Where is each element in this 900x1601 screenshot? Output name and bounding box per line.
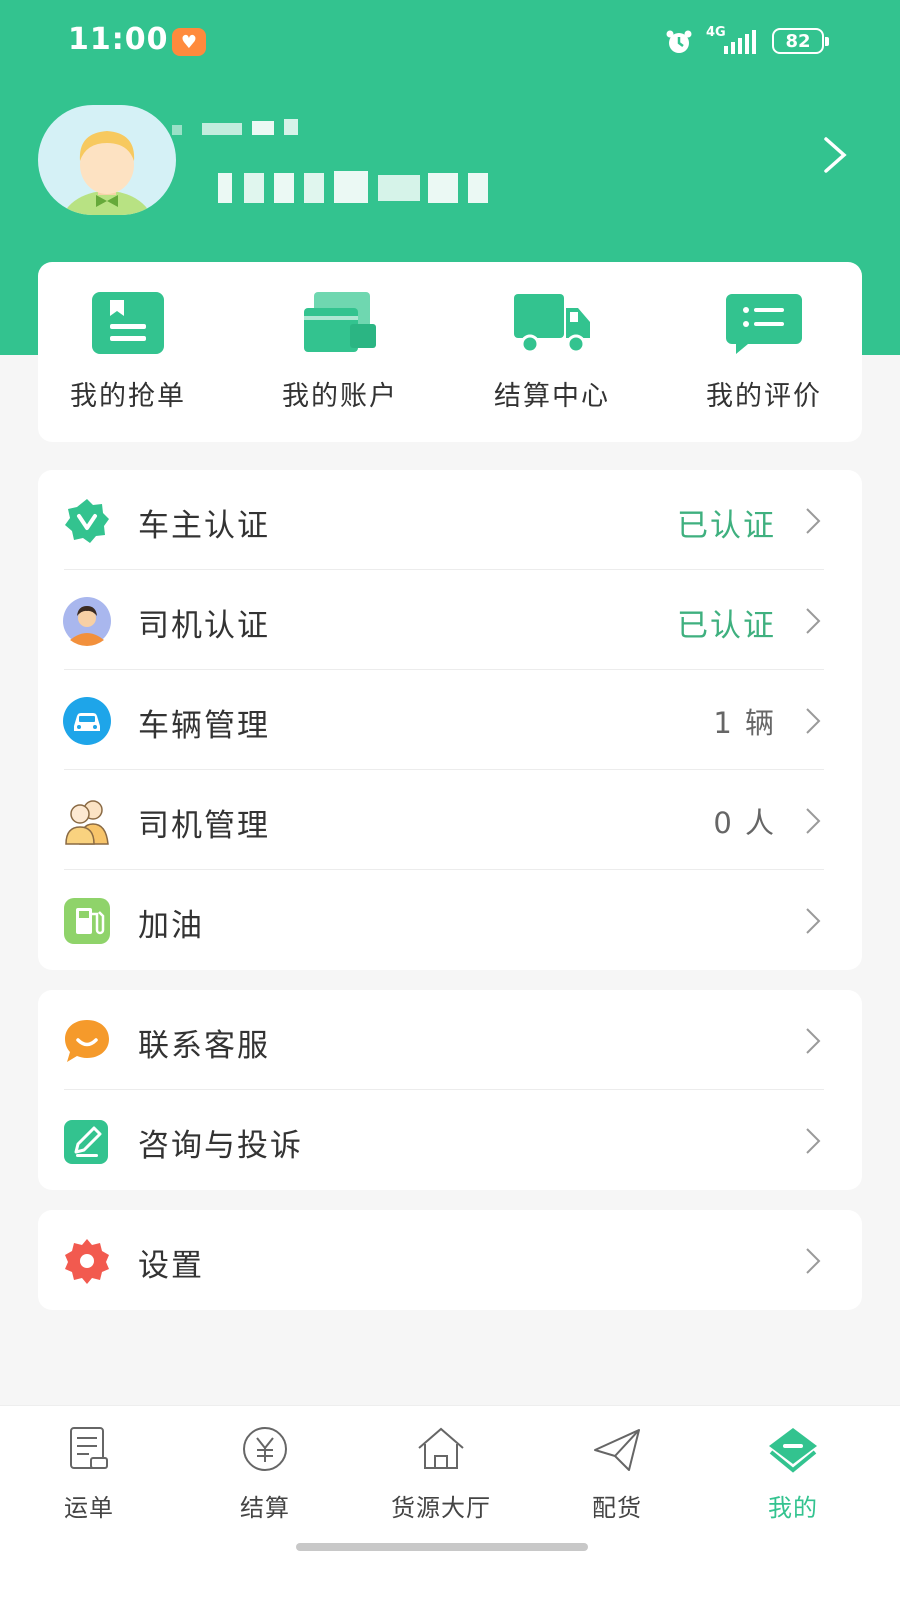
status-time: 11:00 [68, 22, 169, 57]
shortcut-label: 我的抢单 [70, 381, 186, 412]
chevron-right-icon [806, 708, 821, 734]
tab-settlement[interactable]: 结算 [190, 1424, 340, 1523]
yuan-icon [243, 1427, 287, 1471]
waybill-icon [70, 1427, 108, 1469]
chevron-right-icon [806, 808, 821, 834]
shortcut-panel: 我的抢单 我的账户 结算中心 我的评价 [38, 262, 862, 442]
menu-item-owner-certification[interactable]: 车主认证 已认证 [38, 470, 862, 570]
profile-icon [769, 1428, 817, 1473]
user-avatar[interactable] [38, 105, 176, 215]
menu-item-label: 设置 [138, 1248, 204, 1284]
tab-mine[interactable]: 我的 [718, 1424, 868, 1523]
heart-notification-icon: ♥ [172, 28, 206, 56]
shortcut-label: 我的评价 [706, 381, 822, 412]
people-icon [65, 800, 109, 845]
chevron-right-icon [806, 1128, 821, 1154]
user-name-masked [172, 117, 312, 139]
home-icon [418, 1427, 464, 1469]
account-icon [304, 292, 376, 352]
menu-item-label: 联系客服 [138, 1028, 270, 1064]
menu-item-customer-service[interactable]: 联系客服 [38, 990, 862, 1090]
bottom-tab-bar: 运单 结算 货源大厅 配货 我的 [0, 1405, 900, 1601]
verified-badge-icon [65, 499, 109, 543]
chevron-right-icon[interactable] [820, 135, 848, 175]
tab-label: 运单 [64, 1494, 114, 1522]
tab-label: 结算 [240, 1494, 290, 1522]
order-icon [92, 292, 164, 354]
car-icon [63, 697, 111, 745]
shortcut-my-reviews[interactable]: 我的评价 [674, 290, 854, 413]
driver-avatar-icon [63, 597, 111, 646]
chevron-right-icon [806, 508, 821, 534]
menu-group-vehicle: 车主认证 已认证 司机认证 已认证 车辆管理 1 辆 司机管理 0 人 加油 [38, 470, 862, 970]
user-phone-masked [218, 165, 498, 209]
menu-item-label: 加油 [138, 908, 204, 944]
alarm-icon [666, 30, 692, 53]
profile-header[interactable] [0, 95, 900, 225]
shortcut-settlement-center[interactable]: 结算中心 [462, 290, 642, 413]
tab-waybill[interactable]: 运单 [14, 1424, 164, 1523]
shortcut-my-account[interactable]: 我的账户 [250, 290, 430, 413]
status-bar: 11:00 ♥ 4G 82 [0, 0, 900, 82]
shortcut-label: 我的账户 [282, 381, 398, 412]
menu-item-driver-management[interactable]: 司机管理 0 人 [38, 770, 862, 870]
menu-group-support: 联系客服 咨询与投诉 [38, 990, 862, 1190]
fuel-pump-icon [64, 898, 110, 944]
tab-dispatch[interactable]: 配货 [542, 1424, 692, 1523]
menu-item-fuel[interactable]: 加油 [38, 870, 862, 970]
home-indicator[interactable] [296, 1543, 588, 1551]
chevron-right-icon [806, 1028, 821, 1054]
battery-indicator: 82 [772, 28, 829, 54]
signal-strength-icon [724, 30, 756, 54]
chevron-right-icon [806, 908, 821, 934]
send-icon [594, 1429, 640, 1471]
truck-icon [514, 294, 590, 354]
chat-bubble-icon [65, 1020, 109, 1062]
comment-icon [726, 294, 802, 354]
gear-icon [65, 1239, 109, 1284]
tab-cargo-hall[interactable]: 货源大厅 [366, 1424, 516, 1523]
tab-label: 货源大厅 [391, 1494, 491, 1522]
menu-item-label: 车主认证 [138, 508, 270, 544]
certification-status: 已认证 [677, 608, 776, 644]
menu-item-driver-certification[interactable]: 司机认证 已认证 [38, 570, 862, 670]
menu-item-settings[interactable]: 设置 [38, 1210, 862, 1310]
menu-item-vehicle-management[interactable]: 车辆管理 1 辆 [38, 670, 862, 770]
chevron-right-icon [806, 1248, 821, 1274]
edit-icon [64, 1120, 108, 1164]
avatar-illustration [63, 131, 151, 215]
menu-item-consult-complaint[interactable]: 咨询与投诉 [38, 1090, 862, 1190]
driver-count: 0 人 [713, 806, 776, 840]
shortcut-label: 结算中心 [494, 381, 610, 412]
vehicle-count: 1 辆 [713, 706, 776, 740]
tab-label: 配货 [592, 1494, 642, 1522]
tab-label: 我的 [768, 1494, 818, 1522]
chevron-right-icon [806, 608, 821, 634]
shortcut-my-orders[interactable]: 我的抢单 [38, 290, 218, 413]
menu-item-label: 司机认证 [138, 608, 270, 644]
certification-status: 已认证 [677, 508, 776, 544]
menu-item-label: 司机管理 [138, 808, 270, 844]
menu-item-label: 车辆管理 [138, 708, 270, 744]
menu-item-label: 咨询与投诉 [138, 1128, 303, 1164]
menu-group-settings: 设置 [38, 1210, 862, 1310]
